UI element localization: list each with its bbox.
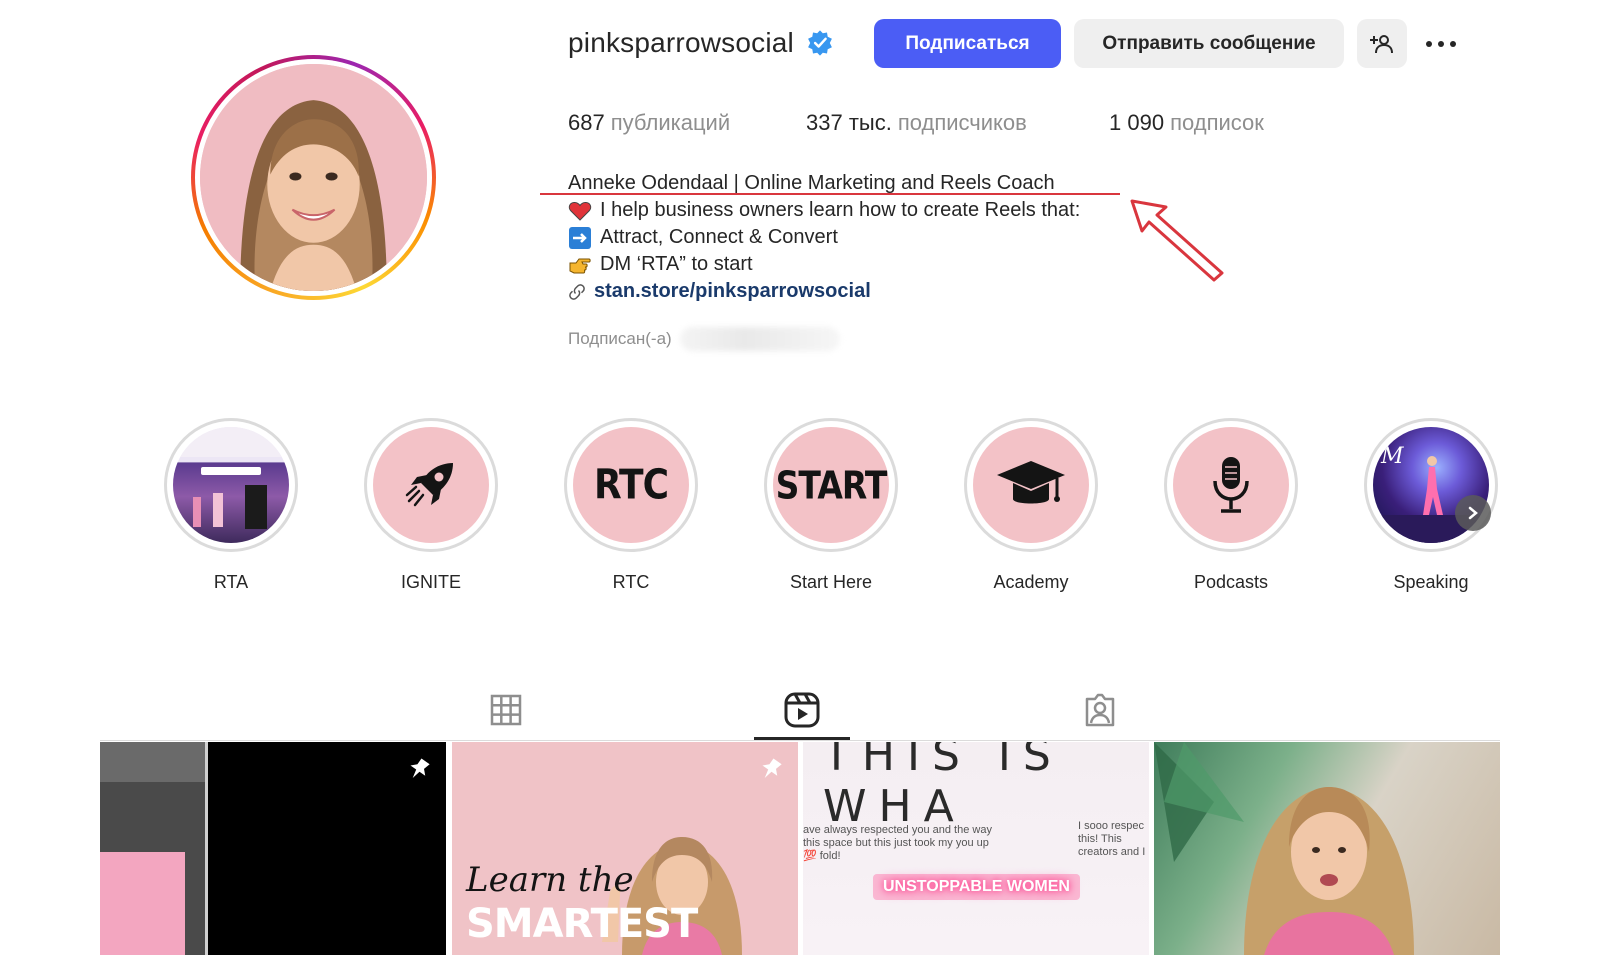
followers-stat[interactable]: 337 тыс. подписчиков <box>806 110 1109 136</box>
heart-icon <box>568 201 592 221</box>
active-tab-indicator <box>754 737 850 740</box>
follow-button[interactable]: Подписаться <box>874 19 1061 68</box>
following-label: подписок <box>1170 110 1264 135</box>
pointing-hand-icon <box>569 258 591 273</box>
bio-line-2: Attract, Connect & Convert <box>600 226 838 248</box>
highlight-cover <box>1173 427 1289 543</box>
reel-thumbnail <box>100 742 446 955</box>
posts-label: публикаций <box>610 110 731 135</box>
followed-by-label: Подписан(-а) <box>568 329 672 348</box>
highlight-cover: START <box>773 427 889 543</box>
chevron-right-icon <box>1468 506 1478 520</box>
send-message-button[interactable]: Отправить сообщение <box>1074 19 1344 68</box>
highlight-ring: RTC <box>564 418 698 552</box>
highlight-ring: M <box>1364 418 1498 552</box>
annotation-underline <box>540 193 1120 195</box>
highlight-ignite[interactable]: IGNITE <box>361 418 501 593</box>
reel-tile[interactable] <box>100 742 446 955</box>
highlight-ring <box>164 418 298 552</box>
bio-line: Attract, Connect & Convert <box>568 224 1080 251</box>
avatar <box>200 64 427 291</box>
dot-icon <box>1438 41 1444 47</box>
tab-posts[interactable] <box>486 690 526 730</box>
posts-stat: 687 публикаций <box>568 110 806 136</box>
highlight-cover-text: RTC <box>593 461 669 509</box>
tab-tagged[interactable] <box>1080 690 1120 730</box>
highlight-academy[interactable]: Academy <box>961 418 1101 593</box>
highlight-podcasts[interactable]: Podcasts <box>1161 418 1301 593</box>
following-stat[interactable]: 1 090 подписок <box>1109 110 1264 136</box>
tabs-divider <box>100 740 1500 741</box>
highlight-label: Speaking <box>1393 572 1469 592</box>
bio-line: I help business owners learn how to crea… <box>568 197 1080 224</box>
bio-line-3: DM ‘RTA” to start <box>600 253 753 275</box>
profile-stats: 687 публикаций 337 тыс. подписчиков 1 09… <box>568 110 1264 136</box>
link-icon <box>569 283 585 300</box>
tab-reels[interactable] <box>782 690 822 730</box>
microphone-icon <box>1213 457 1249 513</box>
highlight-label: Start Here <box>789 572 873 592</box>
highlight-start-here[interactable]: START Start Here <box>761 418 901 593</box>
suggested-users-button[interactable] <box>1357 19 1407 68</box>
reel-tile[interactable]: Learn the SMARTEST <box>452 742 798 955</box>
verified-badge-icon <box>808 30 832 56</box>
dot-icon <box>1426 41 1432 47</box>
grid-icon <box>490 694 522 726</box>
bio-line: DM ‘RTA” to start <box>568 251 1080 278</box>
bio-link[interactable]: stan.store/pinksparrowsocial <box>594 278 871 305</box>
profile-avatar-ring[interactable] <box>191 55 436 300</box>
tagged-icon <box>1085 693 1115 727</box>
more-options-button[interactable] <box>1426 34 1462 54</box>
followers-count: 337 тыс. <box>806 110 892 135</box>
bio-line-1: I help business owners learn how to crea… <box>600 199 1081 221</box>
reel-thumbnail <box>1154 742 1414 955</box>
highlight-label: IGNITE <box>400 572 461 592</box>
highlights-next-button[interactable] <box>1455 495 1491 531</box>
highlight-cover-photo <box>173 427 289 543</box>
highlight-cover: RTC <box>573 427 689 543</box>
highlight-rta[interactable]: RTA <box>161 418 301 593</box>
highlight-label: Podcasts <box>1193 572 1269 592</box>
svg-text:M: M <box>1380 444 1404 469</box>
blurred-usernames <box>679 327 840 351</box>
highlight-label: Academy <box>993 572 1069 592</box>
highlight-cover-text: START <box>775 462 888 508</box>
followers-label: подписчиков <box>897 110 1027 135</box>
posts-count: 687 <box>568 110 605 135</box>
highlight-cover <box>373 427 489 543</box>
reels-icon <box>784 692 820 728</box>
avatar-gap <box>195 59 432 296</box>
right-arrow-icon <box>569 226 591 249</box>
highlight-cover <box>973 427 1089 543</box>
reel-chat-text: I sooo respec this! This creators and I <box>1078 820 1146 858</box>
pin-icon <box>762 758 782 779</box>
highlight-ring <box>1164 418 1298 552</box>
dot-icon <box>1450 41 1456 47</box>
reel-tile[interactable] <box>1154 742 1500 955</box>
annotation-arrow-icon <box>1130 199 1224 282</box>
followed-by[interactable]: Подписан(-а) <box>568 327 840 351</box>
graduation-cap-icon <box>997 461 1065 504</box>
reel-script-text: Learn the <box>466 860 634 900</box>
profile-bio: Anneke Odendaal | Online Marketing and R… <box>568 170 1080 305</box>
highlight-ring <box>364 418 498 552</box>
add-user-icon <box>1370 34 1393 53</box>
highlight-rtc[interactable]: RTC RTC <box>561 418 701 593</box>
reel-bold-text: SMARTEST <box>466 901 698 947</box>
pin-icon <box>410 758 430 779</box>
rocket-icon <box>405 463 453 507</box>
highlight-label: RTA <box>213 572 249 592</box>
highlight-label: RTC <box>612 572 650 592</box>
bio-link-row[interactable]: stan.store/pinksparrowsocial <box>568 278 1080 305</box>
reel-heading-text: THIS IS WHA <box>823 742 1063 832</box>
highlight-ring: START <box>764 418 898 552</box>
username: pinksparrowsocial <box>568 27 794 58</box>
reel-tile[interactable]: THIS IS WHA ave always respected you and… <box>803 742 1149 955</box>
highlight-ring <box>964 418 1098 552</box>
reel-glow-text: UNSTOPPABLE WOMEN <box>873 874 1080 900</box>
reel-chat-text: ave always respected you and the way thi… <box>803 824 992 862</box>
username-row: pinksparrowsocial <box>568 18 834 68</box>
following-count: 1 090 <box>1109 110 1165 135</box>
